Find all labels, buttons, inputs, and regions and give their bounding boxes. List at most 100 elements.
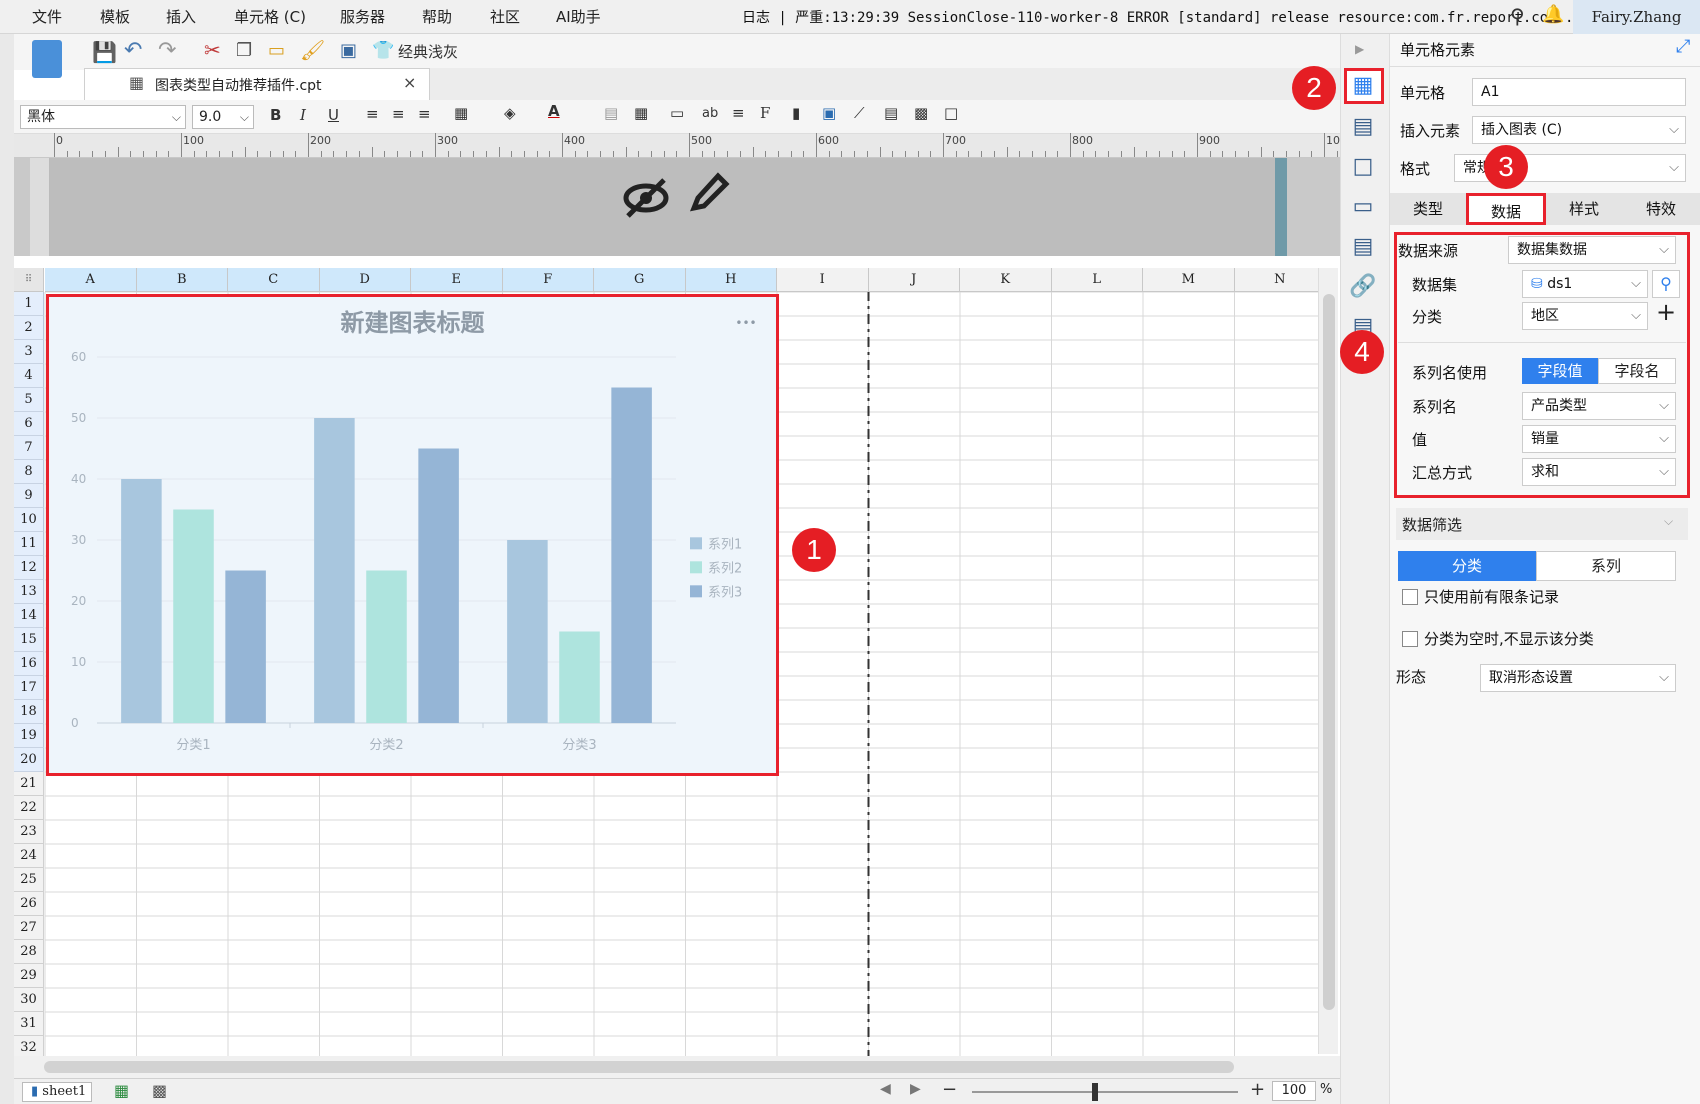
add-sheet-icon[interactable]: ▦ [114,1081,129,1100]
row-header[interactable]: 16 [14,652,44,676]
row-header[interactable]: 12 [14,556,44,580]
row-header[interactable]: 24 [14,844,44,868]
row-header[interactable]: 15 [14,628,44,652]
column-header[interactable]: N [1234,268,1326,292]
slash-icon[interactable]: ⟋ [854,104,865,122]
italic-icon[interactable]: I [300,106,306,124]
add-poly-sheet-icon[interactable]: ▩ [152,1081,167,1100]
series-use-field-value-button[interactable]: 字段值 [1522,358,1598,384]
border-style-icon[interactable]: □ [944,104,958,122]
column-header[interactable]: D [319,268,411,292]
collapse-panel-icon[interactable]: ⤢ [1676,36,1690,57]
cell-field[interactable]: A1 [1472,78,1686,106]
hide-empty-category-checkbox[interactable] [1402,631,1418,647]
form-select[interactable]: 取消形态设置 ⌵ [1480,664,1676,692]
filter-tab-series[interactable]: 系列 [1536,551,1676,581]
copy-icon[interactable]: ❐ [236,40,252,61]
row-header[interactable]: 19 [14,724,44,748]
cut-icon[interactable]: ✂ [204,38,221,62]
font-family-select[interactable]: 黑体 ⌵ [20,105,186,129]
font-size-select[interactable]: 9.0 ⌵ [192,105,254,129]
align-center-icon[interactable]: ≡ [392,105,405,123]
bar-chart-icon[interactable]: ▮ [792,104,800,122]
menu-template[interactable]: 模板 [100,6,130,27]
row-header[interactable]: 18 [14,700,44,724]
row-header[interactable]: 3 [14,340,44,364]
select-all-corner[interactable]: ⠿ [14,268,44,292]
menu-insert[interactable]: 插入 [166,6,196,27]
column-header[interactable]: J [868,268,960,292]
paragraph-icon[interactable]: ≡ [732,104,745,122]
row-header[interactable]: 8 [14,460,44,484]
aggregation-select[interactable]: 求和 ⌵ [1522,458,1676,486]
row-header[interactable]: 6 [14,412,44,436]
menu-file[interactable]: 文件 [32,6,62,27]
zoom-slider[interactable] [972,1091,1238,1093]
text-icon[interactable]: ab [702,106,718,121]
column-header[interactable]: H [685,268,777,292]
limit-records-checkbox[interactable] [1402,589,1418,605]
menu-cell[interactable]: 单元格 (C) [234,6,306,27]
row-header[interactable]: 20 [14,748,44,772]
undo-icon[interactable]: ↶ [124,38,142,63]
zoom-slider-handle[interactable] [1092,1083,1098,1101]
bell-icon[interactable]: 🔔 [1542,4,1564,25]
formula-icon[interactable]: F [760,104,770,122]
datasource-select[interactable]: 数据集数据 ⌵ [1508,236,1676,264]
sheet-tab[interactable]: ▮ sheet1 [22,1082,92,1102]
value-select[interactable]: 销量 ⌵ [1522,425,1676,453]
underline-icon[interactable]: U [328,106,339,124]
bar-chart[interactable]: 新建图表标题 ••• 0 10 20 30 40 50 60 分类1 分类2 分类3 系列1 系列2 系列3 [49,297,776,773]
row-header[interactable]: 13 [14,580,44,604]
condition-attribute-icon[interactable]: ▤ [1348,232,1378,262]
border-icon[interactable]: ▦ [454,104,468,122]
align-right-icon[interactable]: ≡ [418,105,431,123]
chart-container[interactable]: 新建图表标题 ••• 0 10 20 30 40 50 60 分类1 分类2 分类3 系列1 系列2 系列3 [46,294,779,776]
file-tab[interactable]: ▦ 图表类型自动推荐插件.cpt × [84,68,430,100]
filter-tab-category[interactable]: 分类 [1398,551,1536,581]
merge-cell-icon[interactable]: ▤ [604,104,618,122]
vertical-scrollbar[interactable] [1318,268,1338,1054]
row-header[interactable]: 31 [14,1012,44,1036]
menu-help[interactable]: 帮助 [422,6,452,27]
sub-report-icon[interactable]: ▤ [884,104,898,122]
row-header[interactable]: 5 [14,388,44,412]
align-left-icon[interactable]: ≡ [366,105,379,123]
chart-insert-icon[interactable]: ▩ [914,104,928,122]
row-header[interactable]: 7 [14,436,44,460]
log-message[interactable]: 日志 | 严重:13:29:39 SessionClose-110-worker… [742,7,1573,27]
dataset-search-icon[interactable]: ⚲ [1652,270,1680,298]
column-header[interactable]: F [502,268,594,292]
row-header[interactable]: 25 [14,868,44,892]
row-header[interactable]: 2 [14,316,44,340]
image-icon[interactable]: ▣ [822,104,836,122]
search-icon[interactable]: ⚲ [1510,4,1525,28]
theme-label[interactable]: 经典浅灰 [398,41,458,62]
save-icon[interactable]: 💾 [92,40,117,64]
paste-icon[interactable]: ▭ [268,40,285,61]
tab-effects[interactable]: 特效 [1622,193,1700,225]
row-header[interactable]: 26 [14,892,44,916]
bold-icon[interactable]: B [270,106,281,124]
series-use-field-name-button[interactable]: 字段名 [1598,358,1676,384]
hyperlink-icon[interactable]: 🔗 [1348,272,1378,302]
column-header[interactable]: B [136,268,228,292]
column-header[interactable]: A [45,268,137,292]
text-box-icon[interactable]: ▭ [670,104,684,122]
row-header[interactable]: 10 [14,508,44,532]
row-header[interactable]: 21 [14,772,44,796]
dataset-select[interactable]: ⛁ ds1 ⌵ [1522,270,1648,298]
column-header[interactable]: L [1051,268,1143,292]
close-tab-icon[interactable]: × [403,73,416,92]
row-header[interactable]: 17 [14,676,44,700]
designer-logo-icon[interactable] [32,40,62,78]
float-element-icon[interactable]: □ [1348,152,1378,182]
format-painter-icon[interactable]: 🖌 [300,38,325,62]
zoom-in-icon[interactable]: + [1250,1079,1265,1100]
insert-element-select[interactable]: 插入图表 (C) ⌵ [1472,116,1686,144]
column-header[interactable]: E [411,268,503,292]
add-category-icon[interactable]: + [1656,298,1676,326]
row-header[interactable]: 11 [14,532,44,556]
edit-pencil-icon[interactable] [686,170,730,218]
cell-attribute-icon[interactable]: ▤ [1348,112,1378,142]
